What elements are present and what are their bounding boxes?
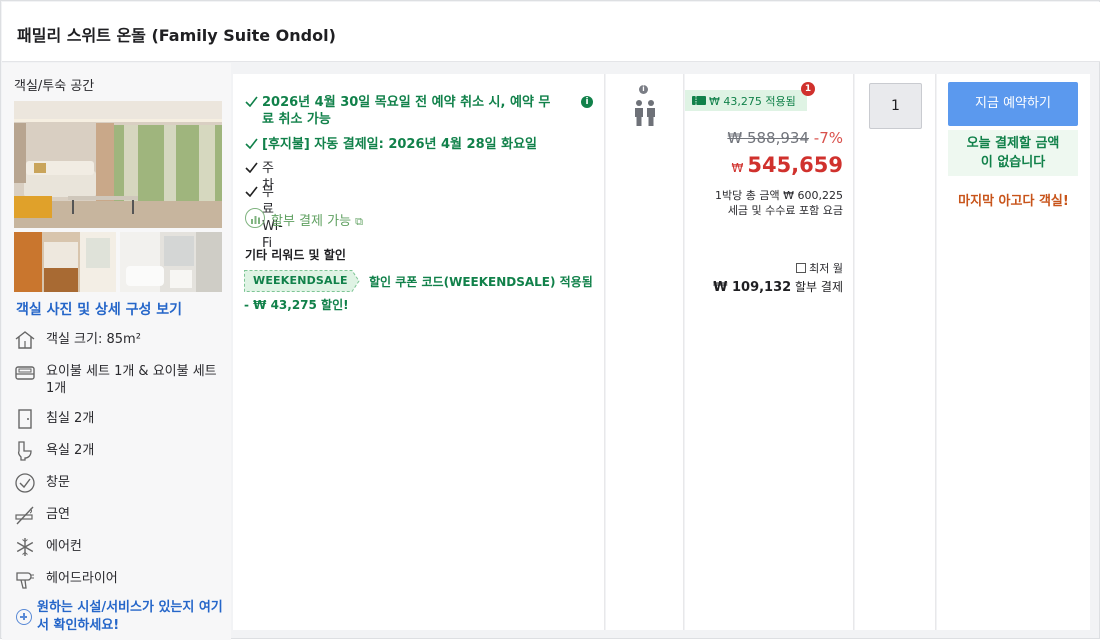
taxes-note: 세금 및 수수료 포함 요금	[727, 204, 843, 217]
door-icon	[14, 408, 36, 430]
crossed-out-price: ₩ 588,934	[727, 129, 809, 147]
monthly-installment: ₩ 109,132 할부 결제	[713, 280, 843, 295]
room-quantity-select[interactable]: 1	[869, 83, 922, 129]
notification-badge: 1	[801, 82, 815, 96]
external-link-icon: ⧉	[355, 215, 364, 228]
discount-percentage: -7%	[813, 129, 843, 147]
rewards-heading: 기타 리워드 및 할인	[245, 248, 346, 262]
room-photo-main[interactable]	[14, 101, 222, 228]
free-cancellation-line-2: 료 취소 가능	[262, 112, 331, 127]
check-icon	[245, 138, 258, 149]
last-room-notice: 마지막 아고다 객실!	[958, 194, 1069, 209]
per-night-total: 1박당 총 금액 ₩ 600,225	[715, 189, 843, 202]
booking-column: 지금 예약하기 오늘 결제할 금액 이 없습니다 마지막 아고다 객실!	[937, 74, 1090, 630]
coupon-discount-text: - ₩ 43,275 할인!	[244, 298, 349, 312]
plus-circle-icon	[16, 609, 32, 625]
check-circle-icon	[14, 472, 36, 494]
info-icon[interactable]: i	[581, 96, 593, 108]
check-icon	[245, 162, 258, 173]
external-link-icon	[796, 263, 807, 273]
info-icon[interactable]: i	[639, 85, 648, 94]
coupon-applied-badge: ₩ 43,275 적용됨	[685, 90, 807, 111]
room-title: 패밀리 스위트 온돌 (Family Suite Ondol)	[17, 26, 336, 45]
check-icon	[245, 96, 258, 107]
room-category-label: 객실/투숙 공간	[14, 79, 95, 94]
book-now-button[interactable]: 지금 예약하기	[948, 82, 1078, 126]
room-photos-link[interactable]: 객실 사진 및 상세 구성 보기	[16, 299, 182, 319]
check-icon	[245, 186, 258, 197]
no-payment-today: 오늘 결제할 금액 이 없습니다	[948, 130, 1078, 176]
ticket-icon	[692, 96, 706, 105]
free-cancellation-line-1: 2026년 4월 30일 목요일 전 예약 취소 시, 예약 무	[262, 95, 551, 110]
final-price: ₩545,659	[731, 153, 843, 177]
no-smoking-icon	[14, 504, 36, 526]
installment-icon	[245, 208, 265, 228]
bed-icon	[14, 361, 36, 383]
coupon-tag: WEEKENDSALE	[244, 270, 360, 292]
room-photo-bathroom[interactable]	[120, 232, 222, 292]
monthly-amount: ₩ 109,132	[713, 280, 792, 295]
final-price-amount: 545,659	[747, 153, 843, 177]
currency-symbol: ₩	[731, 161, 744, 175]
original-price: ₩ 588,934 -7%	[727, 129, 843, 147]
two-adults-icon	[635, 100, 655, 126]
room-details-column: 객실/투숙 공간 객실 사진 및 상세 구성 보기 객실 크기: 85m² 요이…	[2, 63, 231, 640]
lowest-monthly-label: 최저 월	[796, 260, 843, 276]
coupon-code: WEEKENDSALE	[253, 274, 348, 287]
room-card: 패밀리 스위트 온돌 (Family Suite Ondol) 객실/투숙 공간	[0, 0, 1100, 640]
occupancy-column: i	[606, 74, 684, 630]
room-photo-kitchen[interactable]	[14, 232, 116, 292]
room-header: 패밀리 스위트 온돌 (Family Suite Ondol)	[2, 2, 1100, 62]
room-policies-column: 2026년 4월 30일 목요일 전 예약 취소 시, 예약 무 료 취소 가능…	[233, 74, 605, 630]
coupon-applied-text: 할인 쿠폰 코드(WEEKENDSALE) 적용됨	[369, 275, 593, 289]
toilet-icon	[14, 440, 36, 462]
snowflake-icon	[14, 536, 36, 558]
price-column: ₩ 43,275 적용됨 1 ₩ 588,934 -7% ₩545,659 1박…	[685, 74, 854, 630]
house-icon	[14, 329, 36, 351]
hair-dryer-icon	[14, 568, 36, 590]
quantity-column: 1	[855, 74, 936, 630]
